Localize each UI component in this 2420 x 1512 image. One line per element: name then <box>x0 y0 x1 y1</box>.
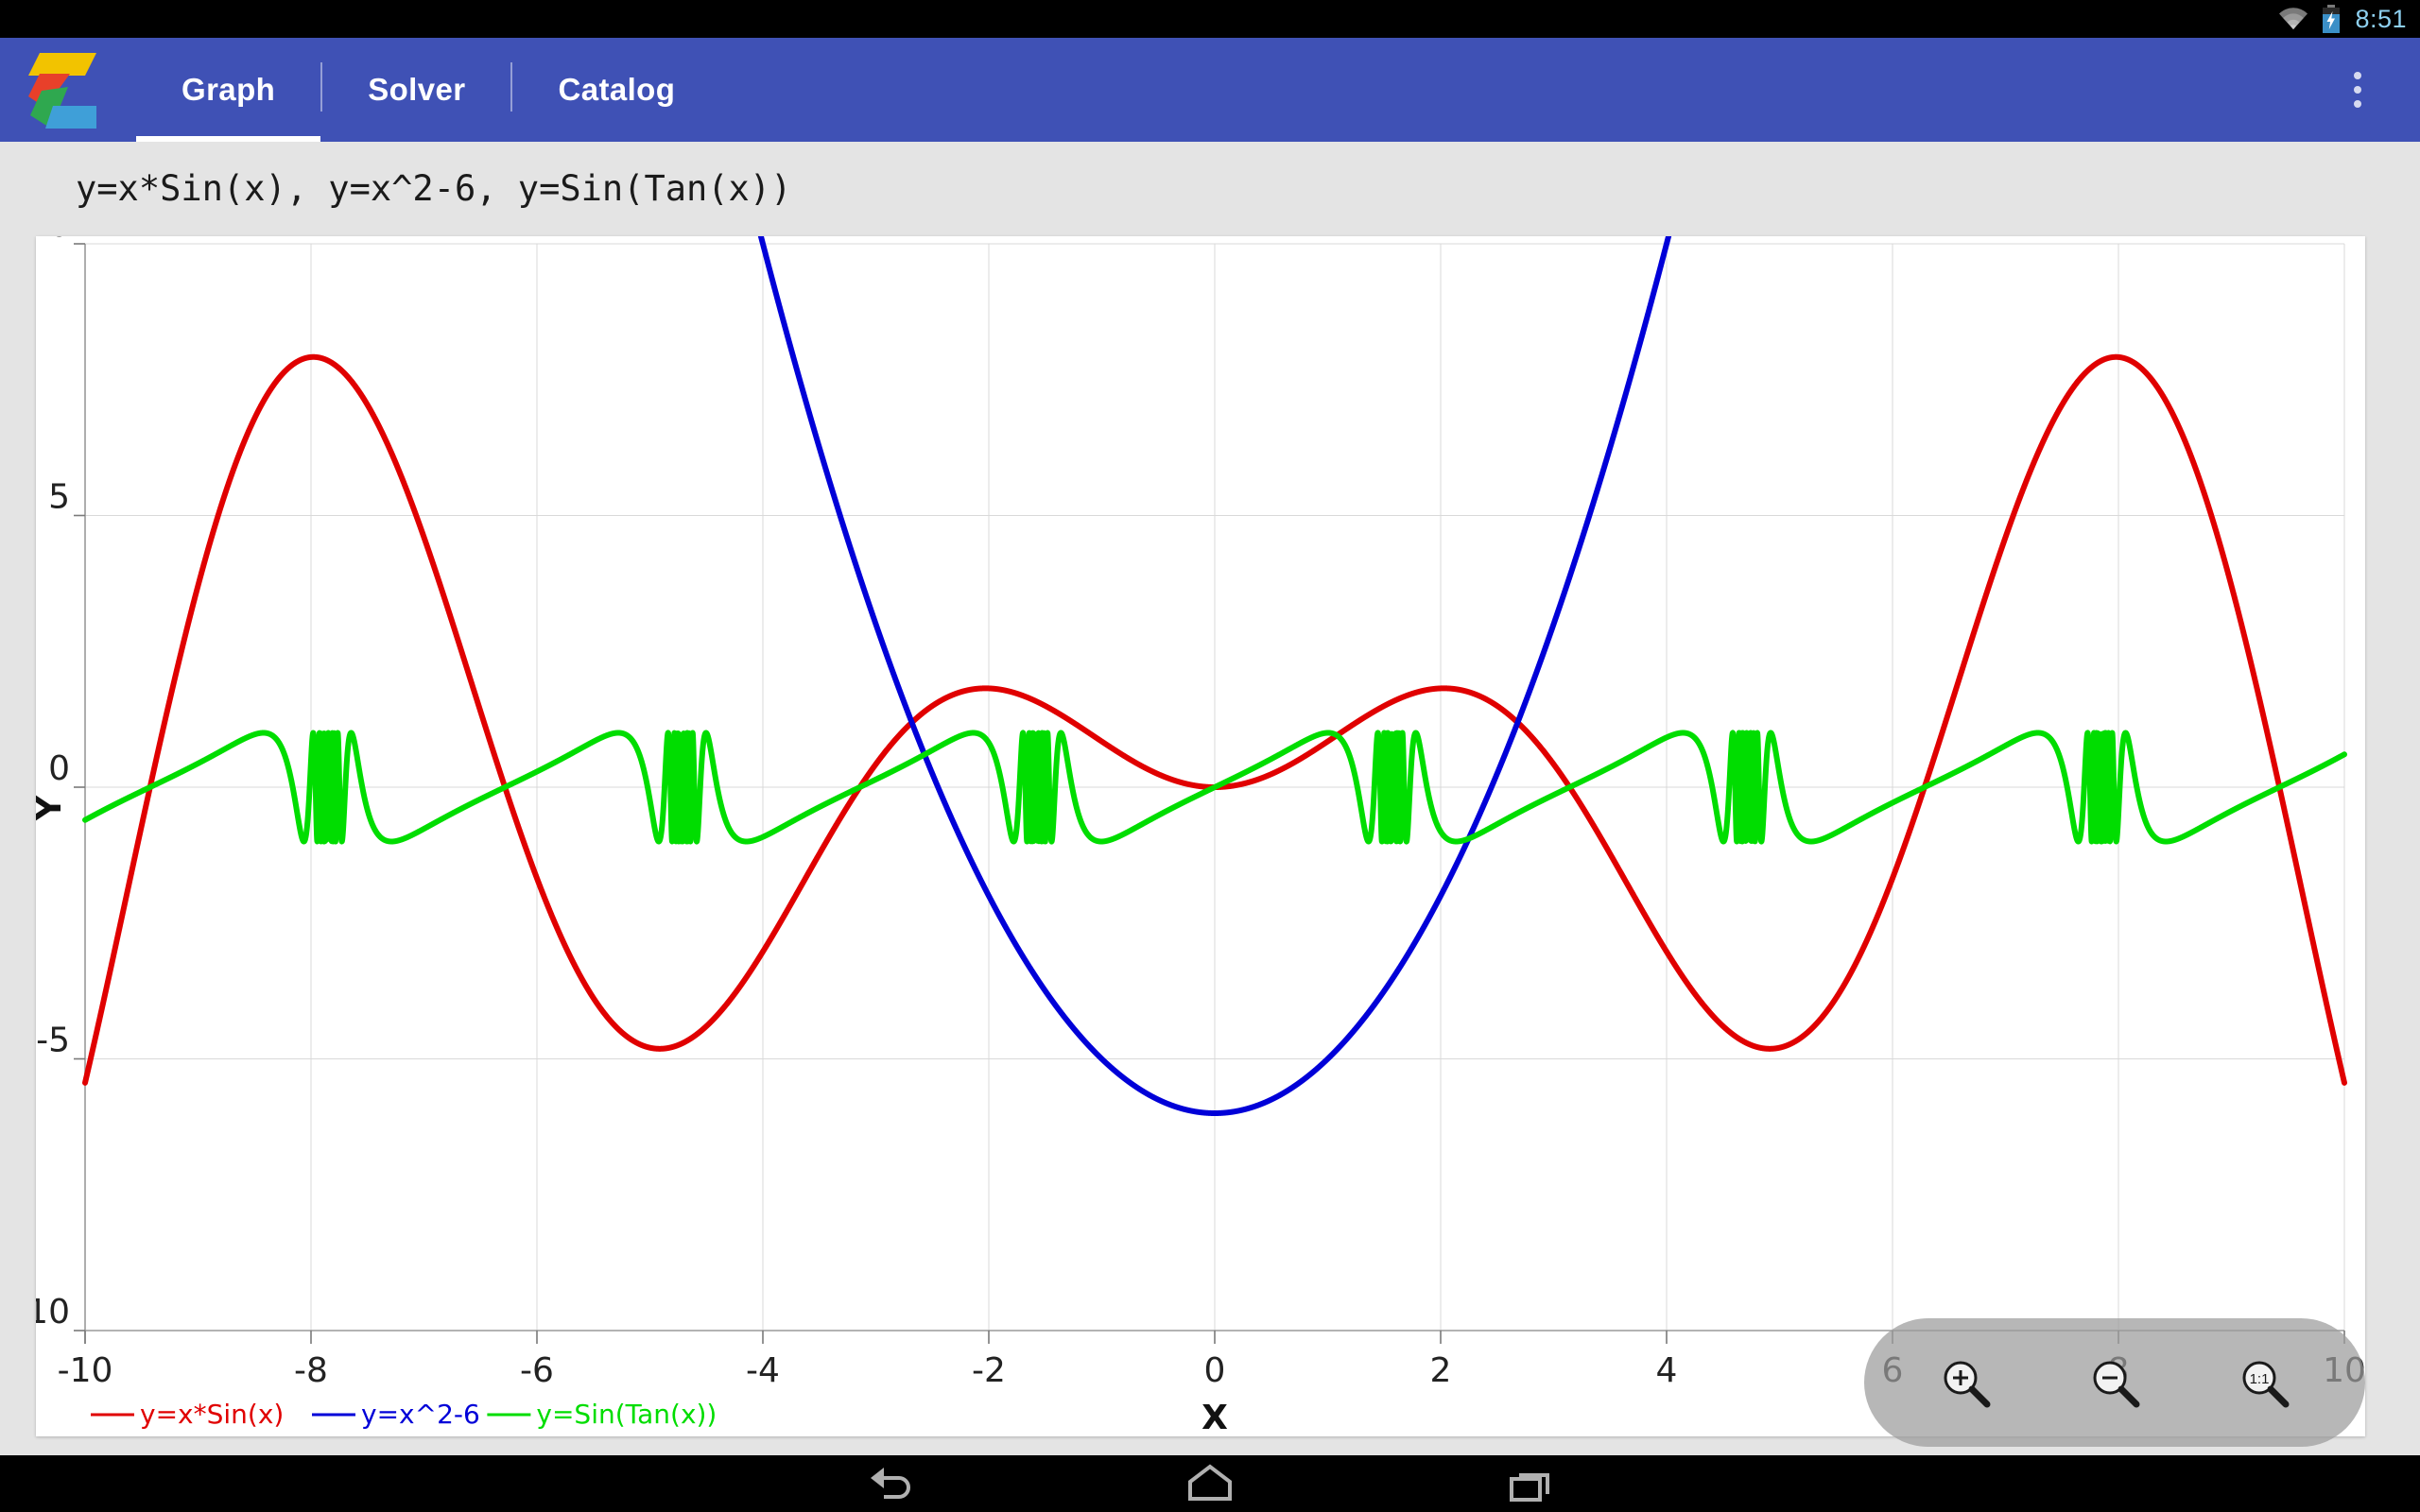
x-tick-label: 4 <box>1656 1351 1678 1390</box>
battery-charging-icon <box>2321 5 2342 33</box>
zoom-controls: 1:1 <box>1864 1318 2365 1447</box>
equation-input[interactable] <box>59 168 2363 218</box>
y-axis-title: Y <box>36 795 69 821</box>
legend-label-2: y=Sin(Tan(x)) <box>536 1399 717 1430</box>
tab-catalog[interactable]: Catalog <box>512 38 720 142</box>
legend-label-1: y=x^2-6 <box>361 1399 480 1430</box>
x-axis-title: X <box>1201 1399 1228 1436</box>
x-tick-label: -10 <box>58 1351 113 1390</box>
x-tick-label: -8 <box>294 1351 328 1390</box>
graph-card[interactable]: -10-8-6-4-20246810-10-50510XYy=x*Sin(x)y… <box>36 236 2365 1436</box>
tab-solver[interactable]: Solver <box>322 38 510 142</box>
legend-label-0: y=x*Sin(x) <box>140 1399 284 1430</box>
overflow-dot <box>2354 86 2361 94</box>
zoom-reset-label: 1:1 <box>2250 1371 2270 1387</box>
tab-solver-label: Solver <box>368 72 466 107</box>
y-tick-label: -5 <box>36 1022 70 1060</box>
zoom-reset-icon[interactable]: 1:1 <box>2228 1347 2300 1418</box>
x-tick-label: 0 <box>1204 1351 1226 1390</box>
wifi-icon <box>2277 7 2309 31</box>
overflow-menu-icon[interactable] <box>2320 38 2395 142</box>
overflow-dot <box>2354 72 2361 79</box>
x-tick-label: -4 <box>746 1351 780 1390</box>
app-bar: Graph Solver Catalog <box>0 38 2420 142</box>
status-clock: 8:51 <box>2355 4 2407 33</box>
x-tick-label: -6 <box>520 1351 554 1390</box>
home-icon[interactable] <box>1167 1457 1253 1510</box>
y-tick-label: -10 <box>36 1293 70 1332</box>
zoom-in-icon[interactable] <box>1929 1347 2001 1418</box>
navigation-bar <box>0 1455 2420 1512</box>
tab-graph-label: Graph <box>182 72 276 107</box>
y-tick-label: 5 <box>48 478 70 517</box>
tab-strip: Graph Solver Catalog <box>136 38 2320 142</box>
tab-catalog-label: Catalog <box>558 72 676 107</box>
overflow-dot <box>2354 100 2361 108</box>
graph-plot[interactable]: -10-8-6-4-20246810-10-50510XYy=x*Sin(x)y… <box>36 236 2365 1436</box>
back-icon[interactable] <box>846 1457 931 1510</box>
formula-input-wrapper <box>59 168 2363 246</box>
y-tick-label: 10 <box>36 236 70 245</box>
y-tick-label: 0 <box>48 749 70 788</box>
zoom-out-icon[interactable] <box>2079 1347 2151 1418</box>
x-tick-label: 2 <box>1430 1351 1452 1390</box>
tab-graph[interactable]: Graph <box>136 38 321 142</box>
status-bar: 8:51 <box>0 0 2420 38</box>
x-tick-label: -2 <box>972 1351 1006 1390</box>
app-logo-icon <box>21 49 104 132</box>
content-area: -10-8-6-4-20246810-10-50510XYy=x*Sin(x)y… <box>0 142 2420 1455</box>
recents-icon[interactable] <box>1489 1457 1574 1510</box>
